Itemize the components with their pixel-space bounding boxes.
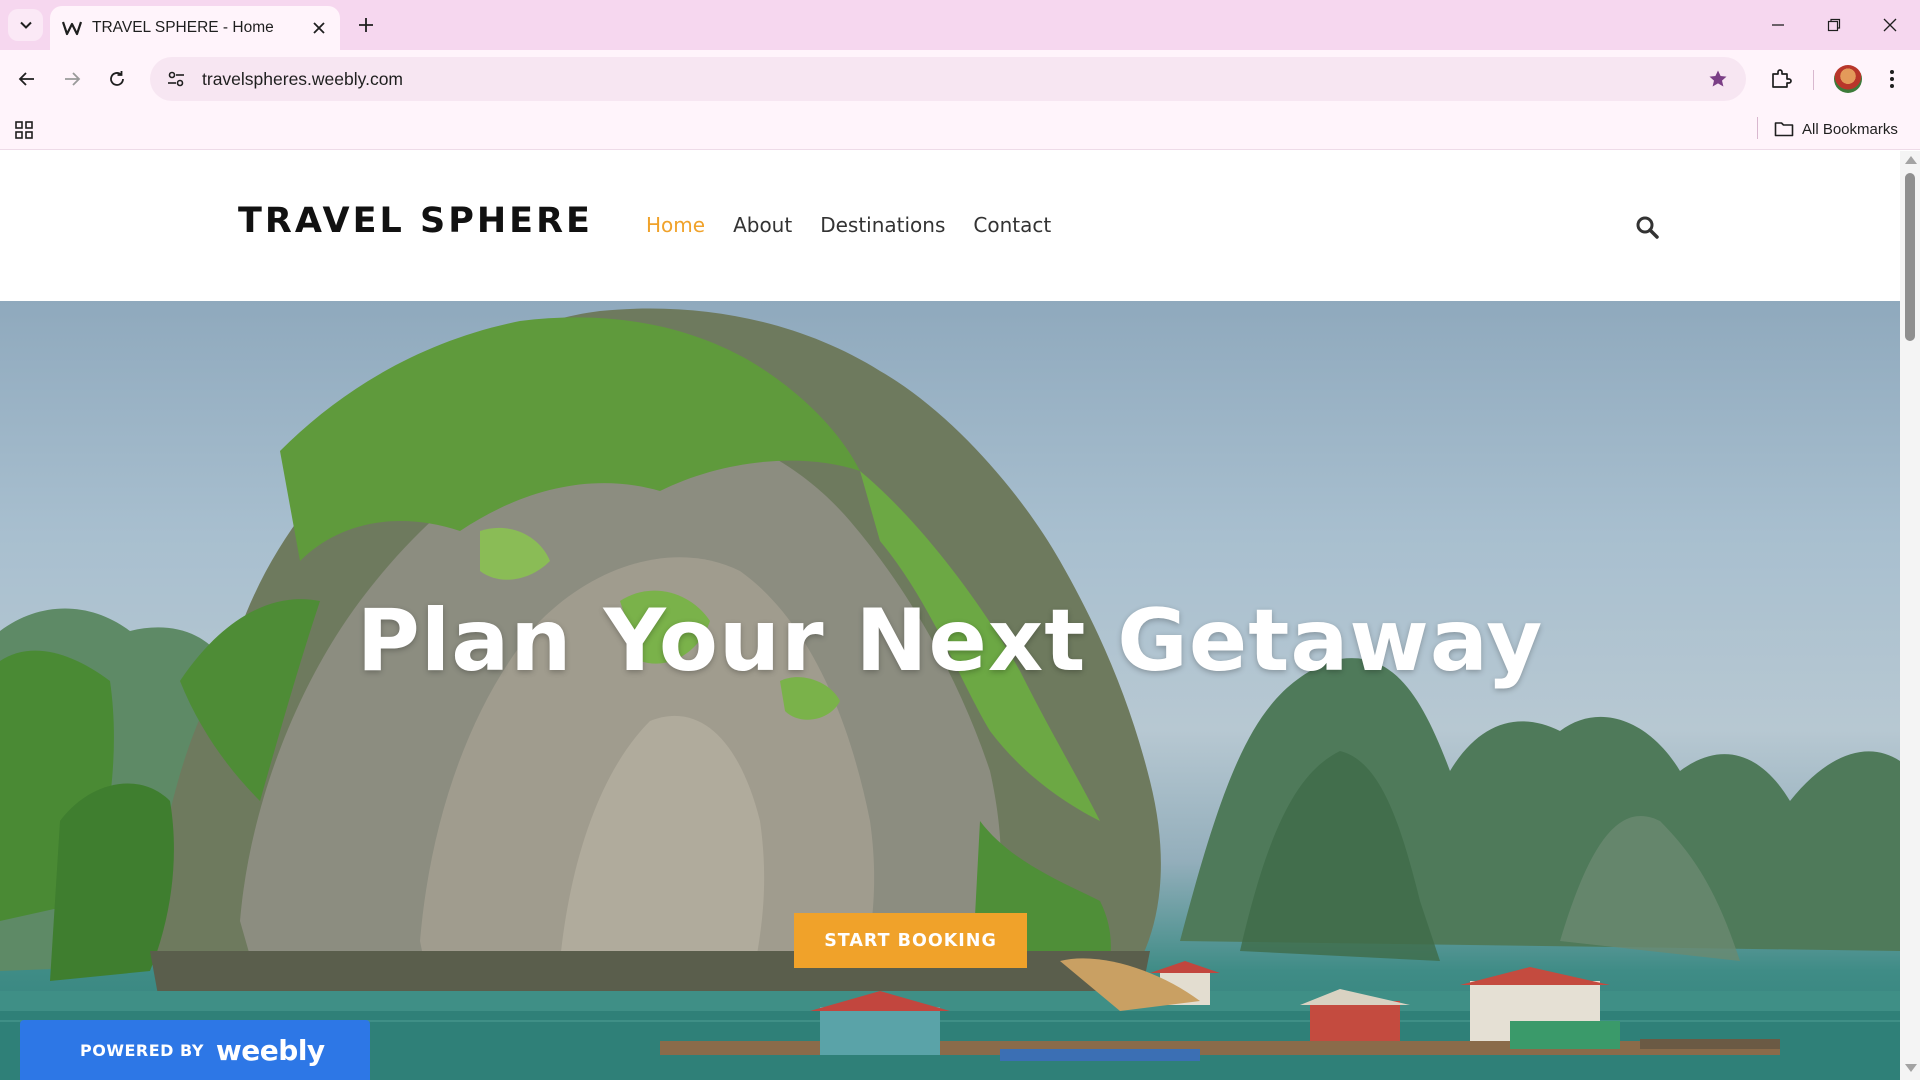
site-logo[interactable]: TRAVEL SPHERE — [238, 201, 593, 241]
scrollbar-thumb[interactable] — [1905, 173, 1915, 341]
browser-menu-button[interactable] — [1874, 61, 1910, 97]
site-info-button[interactable] — [154, 57, 198, 101]
reload-button[interactable] — [99, 61, 135, 97]
nav-item-contact[interactable]: Contact — [973, 213, 1051, 237]
reload-icon — [110, 71, 124, 86]
url-text[interactable]: travelspheres.weebly.com — [202, 69, 1698, 90]
nav-item-about[interactable]: About — [733, 213, 792, 237]
address-bar[interactable]: travelspheres.weebly.com — [150, 57, 1746, 101]
powered-by-weebly-badge[interactable]: POWERED BY weebly — [20, 1020, 370, 1080]
browser-tabstrip: TRAVEL SPHERE - Home — [0, 0, 1920, 50]
forward-button[interactable] — [54, 61, 90, 97]
start-booking-button[interactable]: START BOOKING — [794, 913, 1027, 968]
back-button[interactable] — [9, 61, 45, 97]
bookmarks-bar: All Bookmarks — [0, 108, 1920, 150]
restore-icon — [1827, 18, 1841, 32]
close-window-button[interactable] — [1862, 0, 1918, 50]
browser-tab-active[interactable]: TRAVEL SPHERE - Home — [50, 6, 340, 50]
nav-item-destinations[interactable]: Destinations — [820, 213, 945, 237]
extensions-button[interactable] — [1763, 61, 1799, 97]
arrow-left-icon — [18, 72, 34, 86]
badge-prefix: POWERED BY — [80, 1040, 204, 1060]
close-icon — [1883, 18, 1897, 32]
apps-button[interactable] — [10, 117, 38, 143]
restore-button[interactable] — [1806, 0, 1862, 50]
chevron-down-icon — [19, 21, 32, 29]
minimize-button[interactable] — [1750, 0, 1806, 50]
site-search-button[interactable] — [1634, 214, 1660, 240]
nav-item-home[interactable]: Home — [646, 213, 705, 237]
search-icon — [1636, 216, 1659, 239]
site-nav: Home About Destinations Contact — [646, 213, 1051, 237]
kebab-menu-icon — [1890, 70, 1894, 88]
weebly-logo: weebly — [215, 1033, 325, 1067]
folder-icon — [1774, 122, 1794, 137]
all-bookmarks-button[interactable]: All Bookmarks — [1774, 116, 1898, 142]
star-icon — [1709, 70, 1727, 87]
close-icon — [313, 22, 325, 34]
new-tab-button[interactable] — [352, 11, 380, 39]
page-viewport: TRAVEL SPHERE Home About Destinations Co… — [0, 151, 1920, 1080]
plus-icon — [359, 18, 373, 32]
arrow-right-icon — [65, 72, 81, 86]
minimize-icon — [1772, 24, 1784, 26]
all-bookmarks-label: All Bookmarks — [1802, 120, 1898, 138]
scroll-up-arrow-icon[interactable] — [1905, 156, 1917, 164]
scroll-down-arrow-icon[interactable] — [1905, 1064, 1917, 1072]
tab-title: TRAVEL SPHERE - Home — [92, 19, 274, 36]
profile-avatar[interactable] — [1834, 65, 1862, 93]
browser-toolbar: travelspheres.weebly.com — [0, 50, 1920, 108]
hero-title: Plan Your Next Getaway — [356, 591, 1544, 691]
tab-close-button[interactable] — [308, 17, 330, 39]
hero-section: Plan Your Next Getaway START BOOKING — [0, 301, 1900, 1080]
grid-icon — [15, 121, 33, 139]
tab-search-button[interactable] — [8, 9, 43, 41]
tune-icon — [168, 71, 184, 87]
bookmarks-separator — [1757, 117, 1758, 139]
toolbar-separator — [1813, 70, 1814, 90]
weebly-w-icon — [62, 18, 82, 38]
bookmark-star-button[interactable] — [1698, 59, 1738, 99]
puzzle-icon — [1772, 69, 1792, 88]
site-header: TRAVEL SPHERE Home About Destinations Co… — [0, 151, 1900, 301]
